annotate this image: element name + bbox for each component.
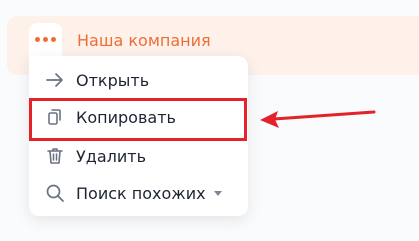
context-menu: Открыть Копировать Удалить Поиск похожих <box>29 56 248 216</box>
company-name[interactable]: Наша компания <box>77 32 211 50</box>
menu-item-label: Поиск похожих <box>76 183 206 203</box>
more-dots-icon <box>35 37 40 42</box>
annotation-arrow-icon <box>260 110 376 128</box>
trash-icon <box>47 148 63 164</box>
menu-item-label: Открыть <box>76 70 150 90</box>
more-actions-button[interactable] <box>29 23 62 56</box>
more-dots-icon-dot <box>43 37 48 42</box>
chevron-down-icon[interactable] <box>214 191 222 196</box>
more-dots-icon-dot <box>51 37 56 42</box>
menu-item-delete[interactable]: Удалить <box>29 138 248 174</box>
search-icon <box>46 184 64 202</box>
menu-item-copy[interactable]: Копировать <box>29 99 248 135</box>
menu-item-find-similar[interactable]: Поиск похожих <box>29 175 248 211</box>
copy-icon <box>48 109 61 125</box>
menu-item-label: Удалить <box>76 146 146 166</box>
arrow-right-icon <box>46 73 63 87</box>
menu-item-label: Копировать <box>76 107 176 127</box>
menu-item-open[interactable]: Открыть <box>29 62 248 98</box>
